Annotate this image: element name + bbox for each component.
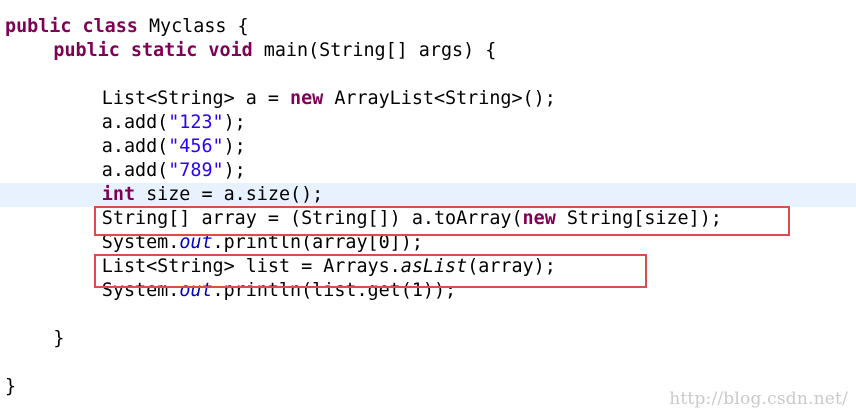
token-str: "123" xyxy=(168,112,224,133)
code-editor[interactable]: public class Myclass {public static void… xyxy=(0,0,856,417)
token-plain: Myclass { xyxy=(137,16,249,37)
code-line[interactable]: int size = a.size(); xyxy=(0,183,856,207)
token-plain: ArrayList<String>(); xyxy=(323,88,556,109)
token-plain: a.add( xyxy=(101,160,169,181)
token-plain: a.add( xyxy=(101,136,169,157)
token-plain: } xyxy=(5,376,17,397)
code-text: a.add("123"); xyxy=(102,111,246,135)
code-line[interactable] xyxy=(0,63,856,87)
code-text: List<String> a = new ArrayList<String>()… xyxy=(102,87,556,111)
code-text: } xyxy=(5,375,16,399)
code-text: public static void main(String[] args) { xyxy=(53,39,496,63)
token-plain: main(String[] args) { xyxy=(252,40,497,61)
token-plain: size = a.size(); xyxy=(135,184,324,205)
token-plain: ); xyxy=(223,112,246,133)
token-str: "789" xyxy=(168,160,224,181)
token-kw: void xyxy=(208,40,253,61)
token-kw: public xyxy=(53,40,120,61)
code-text: int size = a.size(); xyxy=(102,183,323,207)
code-line[interactable]: public class Myclass { xyxy=(0,15,856,39)
token-kw: class xyxy=(82,16,138,37)
code-text: a.add("789"); xyxy=(102,159,246,183)
token-kw: new xyxy=(290,88,324,109)
code-line[interactable]: a.add("456"); xyxy=(0,135,856,159)
code-line[interactable]: a.add("123"); xyxy=(0,111,856,135)
code-line[interactable]: List<String> a = new ArrayList<String>()… xyxy=(0,87,856,111)
token-plain: List<String> a = xyxy=(101,88,291,109)
token-kw: int xyxy=(101,184,136,205)
code-line[interactable]: public static void main(String[] args) { xyxy=(0,39,856,63)
highlight-box-toarray-line xyxy=(94,206,790,236)
token-plain: a.add( xyxy=(101,112,169,133)
token-plain: } xyxy=(53,328,65,349)
code-line[interactable]: a.add("789"); xyxy=(0,159,856,183)
code-text: a.add("456"); xyxy=(102,135,246,159)
code-line[interactable]: } xyxy=(0,327,856,351)
code-text: public class Myclass { xyxy=(5,15,249,39)
token-plain: ); xyxy=(223,160,246,181)
watermark-text: http://blog.csdn.net/ xyxy=(669,389,848,409)
token-plain: ); xyxy=(223,136,246,157)
code-text: } xyxy=(53,327,64,351)
token-kw: public xyxy=(5,16,72,37)
highlight-box-aslist-line xyxy=(94,254,647,288)
code-line[interactable] xyxy=(0,303,856,327)
token-str: "456" xyxy=(168,136,224,157)
token-kw: static xyxy=(130,40,198,61)
code-line[interactable] xyxy=(0,351,856,375)
